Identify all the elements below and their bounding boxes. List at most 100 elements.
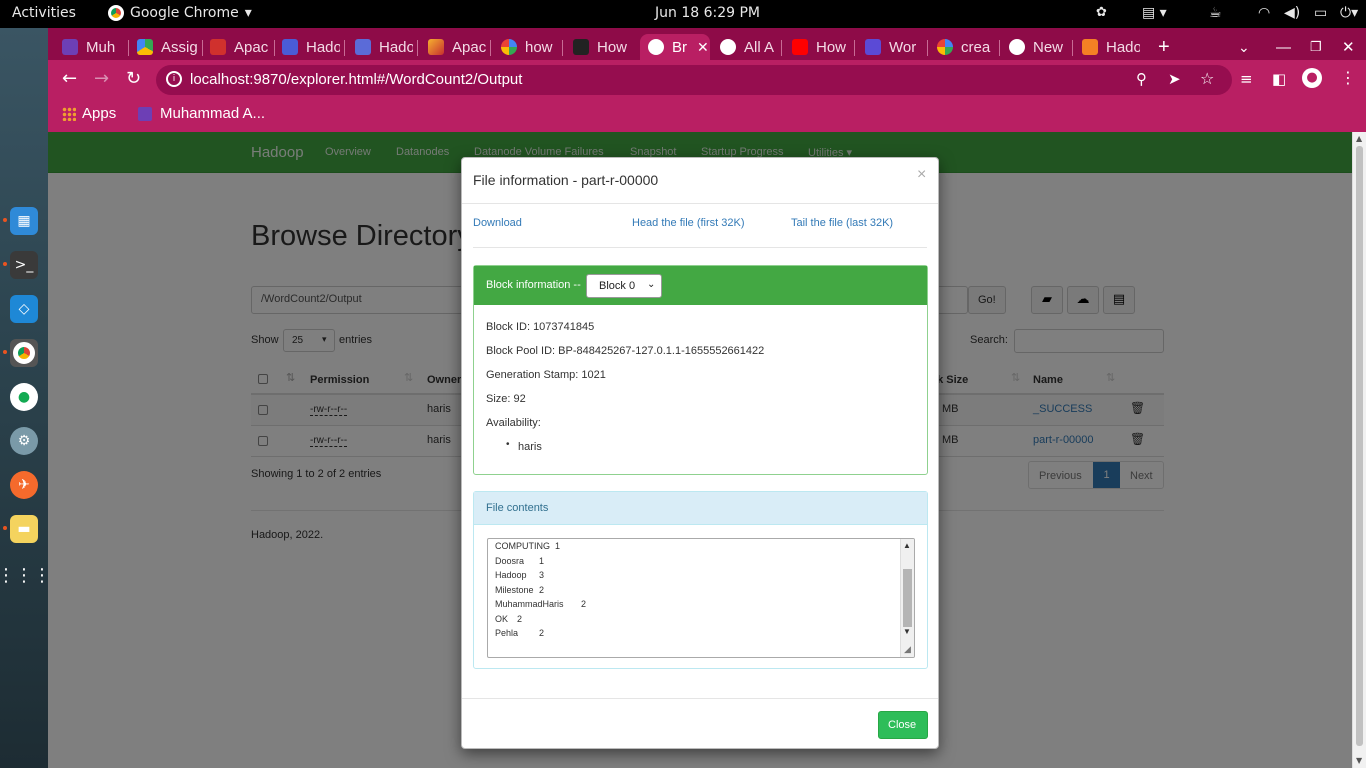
- wifi-icon[interactable]: ◠: [1258, 5, 1270, 21]
- clipboard-icon[interactable]: ▤ ▾: [1142, 5, 1167, 21]
- forward-icon[interactable]: →: [94, 68, 109, 89]
- back-icon[interactable]: ←: [62, 68, 77, 89]
- block-select[interactable]: Block 0 ⌄: [586, 274, 662, 298]
- send-icon[interactable]: ➤: [1168, 70, 1181, 88]
- tab-12[interactable]: crea: [937, 34, 993, 60]
- apps-label: Apps: [82, 105, 117, 122]
- scroll-up-icon[interactable]: ▲: [1356, 134, 1362, 143]
- url-text[interactable]: localhost:9870/explorer.html#/WordCount2…: [190, 71, 522, 88]
- tab-11[interactable]: Wor: [865, 34, 921, 60]
- block-info-panel: Block information -- Block 0 ⌄ Block ID:…: [473, 265, 928, 475]
- tab-0[interactable]: Muh: [62, 34, 124, 60]
- files-icon[interactable]: ▦: [10, 207, 38, 235]
- count: 1: [539, 555, 545, 566]
- tab-label: Hado: [379, 38, 413, 56]
- minimize-icon[interactable]: —: [1276, 34, 1292, 60]
- file-contents-textarea[interactable]: COMPUTING 1 Doosra 1 Hadoop 3 Milestone 2 M…: [487, 538, 915, 658]
- google-icon: [937, 39, 953, 55]
- bookmark-favicon-icon: [138, 106, 152, 121]
- scroll-down-icon[interactable]: ▼: [903, 627, 911, 636]
- power-menu-icon[interactable]: ⏻▾: [1340, 5, 1358, 21]
- apps-bookmark[interactable]: Apps: [62, 105, 116, 122]
- profile-avatar[interactable]: ●: [1302, 68, 1322, 88]
- tab-4[interactable]: Hado: [355, 34, 413, 60]
- textarea-scrollbar[interactable]: ▲ ▼ ◢: [900, 539, 914, 657]
- close-button[interactable]: Close: [878, 711, 928, 739]
- clock[interactable]: Jun 18 6:29 PM: [655, 5, 760, 21]
- tab-1[interactable]: Assig: [137, 34, 199, 60]
- count: 3: [539, 570, 545, 580]
- tab-9[interactable]: All A: [720, 34, 776, 60]
- address-bar[interactable]: i localhost:9870/explorer.html#/WordCoun…: [156, 65, 1232, 95]
- availability-host: haris: [518, 441, 542, 453]
- tab-6[interactable]: how: [501, 34, 557, 60]
- stackoverflow-icon: [1082, 39, 1098, 55]
- close-icon[interactable]: ×: [917, 166, 926, 184]
- page-scrollbar[interactable]: ▲ ▼: [1352, 132, 1366, 768]
- maximize-icon[interactable]: ❐: [1310, 34, 1326, 60]
- chrome-icon: [108, 5, 124, 21]
- tab-7[interactable]: How: [573, 34, 633, 60]
- close-window-icon[interactable]: ✕: [1342, 34, 1358, 60]
- file-contents-label: File contents: [486, 502, 549, 514]
- media-icon[interactable]: ≡: [1240, 70, 1253, 88]
- scrollbar-thumb[interactable]: [903, 569, 912, 627]
- terminal-icon[interactable]: >_: [10, 251, 38, 279]
- tab-13[interactable]: New: [1009, 34, 1067, 60]
- scroll-down-icon[interactable]: ▼: [1356, 756, 1362, 765]
- settings-icon[interactable]: ⚙: [10, 427, 38, 455]
- tab-14[interactable]: Hado: [1082, 34, 1140, 60]
- tab-label: Hado: [1106, 38, 1140, 56]
- zoom-icon[interactable]: ⚲: [1136, 70, 1147, 88]
- close-tab-icon[interactable]: ✕: [697, 39, 709, 56]
- volume-icon[interactable]: ◀): [1284, 5, 1300, 21]
- side-panel-icon[interactable]: ◧: [1272, 70, 1286, 88]
- info-icon[interactable]: i: [166, 71, 182, 87]
- extension-icon[interactable]: ✿: [1096, 5, 1107, 20]
- new-tab-button[interactable]: +: [1158, 34, 1182, 60]
- scrollbar-thumb[interactable]: [1356, 146, 1363, 746]
- head-file-link[interactable]: Head the file (first 32K): [632, 217, 745, 229]
- dock: ▦ >_ ◇ ● ⚙ ✈ ▬ ⋮⋮⋮: [0, 28, 51, 768]
- postman-icon[interactable]: ✈: [10, 471, 38, 499]
- tab-label: New: [1033, 38, 1064, 56]
- vscode-icon[interactable]: ◇: [10, 295, 38, 323]
- globe-icon: [720, 39, 736, 55]
- chrome-dock-icon[interactable]: [10, 339, 38, 367]
- mongodb-icon[interactable]: ●: [10, 383, 38, 411]
- show-apps-icon[interactable]: ⋮⋮⋮: [0, 561, 51, 589]
- bookmark-item[interactable]: Muhammad A...: [138, 105, 265, 122]
- activities-button[interactable]: Activities: [12, 5, 76, 21]
- tab-2[interactable]: Apac: [210, 34, 270, 60]
- count: 2: [539, 628, 545, 638]
- divider: [462, 698, 938, 699]
- tab-strip: Muh Assig Apac Hado Hado Apac how How Br…: [48, 28, 1366, 60]
- download-link[interactable]: Download: [473, 217, 522, 229]
- bullet-icon: •: [506, 439, 510, 450]
- tab-label: how: [525, 38, 553, 56]
- tab-5[interactable]: Apac: [428, 34, 486, 60]
- bookmark-star-icon[interactable]: ☆: [1200, 69, 1214, 88]
- tab-favicon-icon: [573, 39, 589, 55]
- tab-label: Hado: [306, 38, 340, 56]
- tab-10[interactable]: How: [792, 34, 850, 60]
- block-select-value: Block 0: [599, 280, 636, 292]
- tab-search-icon[interactable]: ⌄: [1238, 34, 1254, 60]
- tab-active[interactable]: Br ✕: [640, 34, 710, 60]
- tab-3[interactable]: Hado: [282, 34, 340, 60]
- tail-file-link[interactable]: Tail the file (last 32K): [791, 217, 893, 229]
- scroll-up-icon[interactable]: ▲: [903, 541, 911, 550]
- coffee-icon[interactable]: ☕: [1209, 5, 1222, 21]
- content-line: Milestone 2: [495, 583, 586, 598]
- reload-icon[interactable]: ↻: [126, 68, 141, 89]
- tab-favicon-icon: [355, 39, 371, 55]
- tab-favicon-icon: [501, 39, 517, 55]
- battery-icon[interactable]: ▭: [1314, 5, 1327, 21]
- chevron-down-icon: ▾: [244, 5, 252, 21]
- content-line: COMPUTING 1: [495, 539, 586, 554]
- resize-grip-icon[interactable]: ◢: [904, 644, 911, 655]
- chrome-menu-icon[interactable]: ⋮: [1340, 68, 1356, 87]
- bookmark-label: Muhammad A...: [160, 105, 266, 122]
- app-menu[interactable]: Google Chrome ▾: [108, 5, 252, 21]
- notes-icon[interactable]: ▬: [10, 515, 38, 543]
